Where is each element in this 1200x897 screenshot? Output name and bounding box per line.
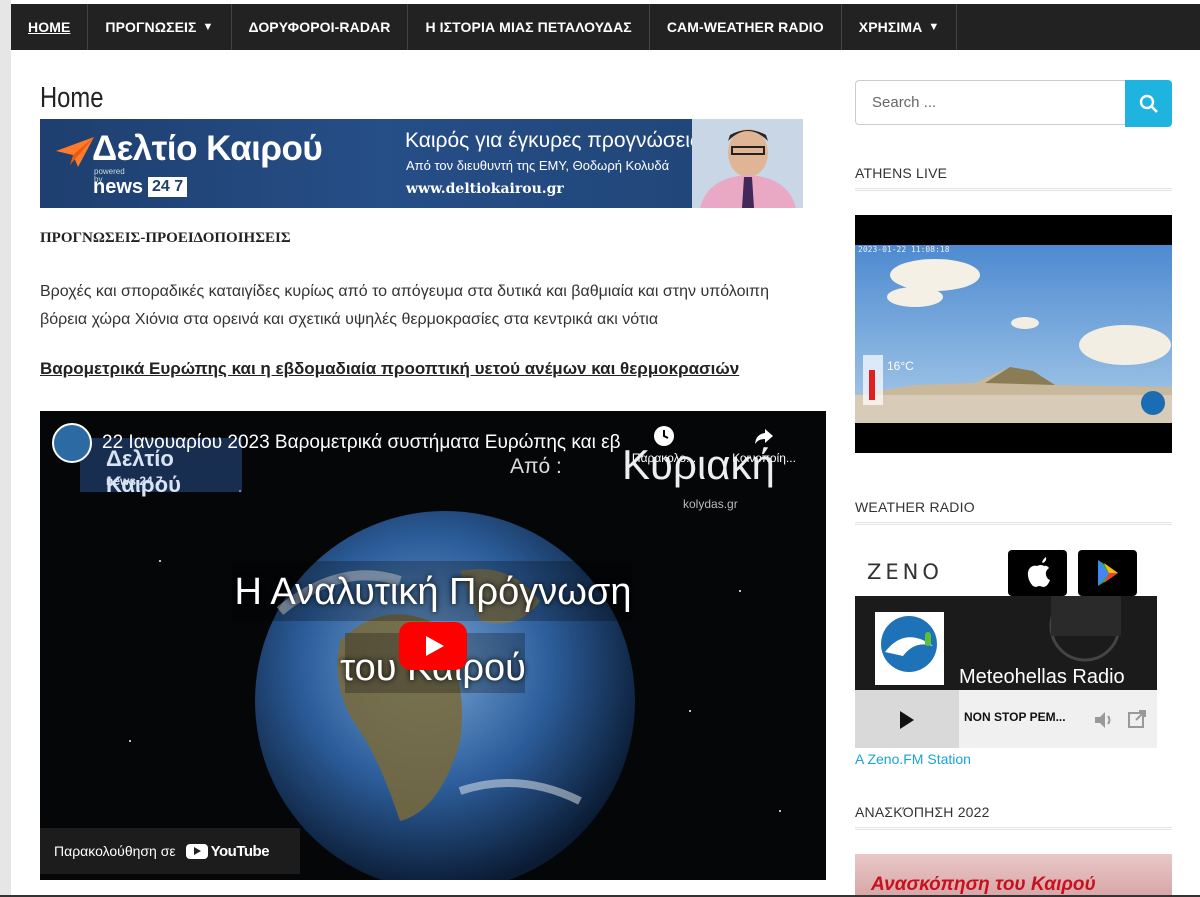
apple-icon [1027, 557, 1050, 587]
youtube-logo-text: YouTube [210, 842, 270, 860]
overlay-news-text: news 24 7 [106, 474, 163, 488]
main-navigation: HOME ΠΡΟΓΝΩΣΕΙΣ ▼ ΔΟΡΥΦΟΡΟΙ-RADAR Η ΙΣΤΟΡ… [11, 4, 1200, 50]
nav-satellites-radar[interactable]: ΔΟΡΥΦΟΡΟΙ-RADAR [232, 4, 409, 50]
nav-satellites-radar-label: ΔΟΡΥΦΟΡΟΙ-RADAR [248, 19, 391, 35]
nav-home-label: HOME [28, 19, 71, 35]
banner-brand: Δελτίο Καιρού [92, 129, 323, 168]
nav-forecasts[interactable]: ΠΡΟΓΝΩΣΕΙΣ ▼ [88, 4, 232, 50]
video-kyriaki-text: Κυριακή [622, 441, 775, 488]
station-name: Meteohellas Radio [959, 666, 1125, 688]
watch-on-label: Παρακολούθηση σε [54, 843, 176, 859]
review-2022-thumbnail[interactable]: Ανασκόπηση του Καιρού [855, 854, 1172, 897]
athens-live-title: ATHENS LIVE [855, 165, 1172, 191]
nav-cam-weather-radio-label: CAM-WEATHER RADIO [666, 19, 824, 35]
weather-radio-title: WEATHER RADIO [855, 499, 1172, 525]
search-icon [1139, 94, 1158, 113]
page-title: Home [40, 82, 104, 114]
video-kolydas-text: kolydas.gr [683, 497, 738, 511]
youtube-play-button[interactable] [399, 622, 467, 670]
youtube-logo: YouTube [185, 842, 270, 860]
webcam-temperature: 16°C [887, 359, 914, 373]
banner-tagline: Καιρός για έγκυρες προγνώσεις [405, 129, 701, 152]
review-2022-title: ΑΝΑΣΚΌΠΗΣΗ 2022 [855, 804, 1172, 830]
zeno-fm-station-link[interactable]: A Zeno.FM Station [855, 751, 971, 767]
chevron-down-icon: ▼ [928, 21, 940, 33]
radio-play-button[interactable] [855, 690, 959, 748]
radio-controls: NON STOP ΡΕΜ... [855, 690, 1157, 748]
now-playing-text: NON STOP ΡΕΜ... [964, 710, 1066, 724]
search-button[interactable] [1125, 80, 1172, 127]
video-title[interactable]: 22 Ιανουαρίου 2023 Βαρομετρικά συστήματα… [102, 432, 622, 454]
google-play-button[interactable] [1078, 550, 1137, 596]
chevron-down-icon: ▼ [202, 21, 214, 33]
paper-plane-icon [56, 137, 94, 167]
nav-home[interactable]: HOME [11, 4, 89, 50]
athens-live-webcam[interactable]: 2023-01-22 11:08:18 16°C [855, 215, 1172, 453]
zeno-logo: ZENO [867, 560, 943, 584]
external-link-icon[interactable] [1127, 709, 1147, 729]
search-input[interactable] [855, 80, 1125, 125]
nav-butterfly-story-label: Η ΙΣΤΟΡΙΑ ΜΙΑΣ ΠΕΤΑΛΟΥΔΑΣ [425, 19, 632, 35]
banner-subline: Από τον διευθυντή της ΕΜΥ, Θοδωρή Κολυδά [406, 158, 670, 173]
banner-site: www.deltiokairou.gr [406, 181, 564, 197]
greek-weather-radio-logo [875, 612, 944, 685]
forecast-paragraph: Βροχές και σποραδικές καταιγίδες κυρίως … [40, 283, 769, 328]
nav-forecasts-label: ΠΡΟΓΝΩΣΕΙΣ [105, 19, 197, 35]
review-thumb-text: Ανασκόπηση του Καιρού [871, 874, 1096, 895]
volume-icon[interactable] [1093, 710, 1115, 730]
youtube-play-icon [185, 843, 208, 859]
page-frame-left [0, 0, 11, 897]
zeno-radio-player: ZENO Meteohellas Radio NON STOP ΡΕΜ... [855, 550, 1157, 748]
presenter-photo [692, 119, 803, 208]
nav-butterfly-story[interactable]: Η ΙΣΤΟΡΙΑ ΜΙΑΣ ΠΕΤΑΛΟΥΔΑΣ [408, 4, 650, 50]
section-heading: ΠΡΟΓΝΩΣΕΙΣ-ΠΡΟΕΙΔΟΠΟΙΗΣΕΙΣ [40, 230, 291, 246]
watch-on-youtube-button[interactable]: Παρακολούθηση σε YouTube [40, 828, 300, 874]
deltio-kairou-banner[interactable]: Δελτίο Καιρού powered by news 24 7 Καιρό… [40, 119, 803, 208]
banner-news247: 24 7 [148, 177, 188, 197]
athens-webcam-image [855, 245, 1172, 423]
app-store-button[interactable] [1008, 550, 1067, 596]
nav-useful-label: ΧΡΗΣΙΜΑ [858, 19, 923, 35]
channel-avatar[interactable] [52, 423, 92, 463]
barometric-article-link[interactable]: Βαρομετρικά Ευρώπης και η εβδομαδιαία πρ… [40, 359, 739, 379]
nav-cam-weather-radio[interactable]: CAM-WEATHER RADIO [650, 4, 842, 50]
nav-useful[interactable]: ΧΡΗΣΙΜΑ ▼ [842, 4, 958, 50]
video-apo-text: Από : [510, 455, 562, 478]
google-play-icon [1098, 560, 1118, 586]
wave-logo-icon [881, 616, 937, 672]
station-artwork: Meteohellas Radio [855, 596, 1157, 690]
banner-news: news [93, 176, 144, 198]
webcam-timestamp: 2023-01-22 11:08:18 [858, 245, 950, 254]
video-big-title-1: Η Αναλυτική Πρόγνωση [234, 571, 632, 613]
youtube-video-embed[interactable]: Δελτίο Καιρού news 24 7 22 Ιανουαρίου 20… [40, 411, 826, 880]
